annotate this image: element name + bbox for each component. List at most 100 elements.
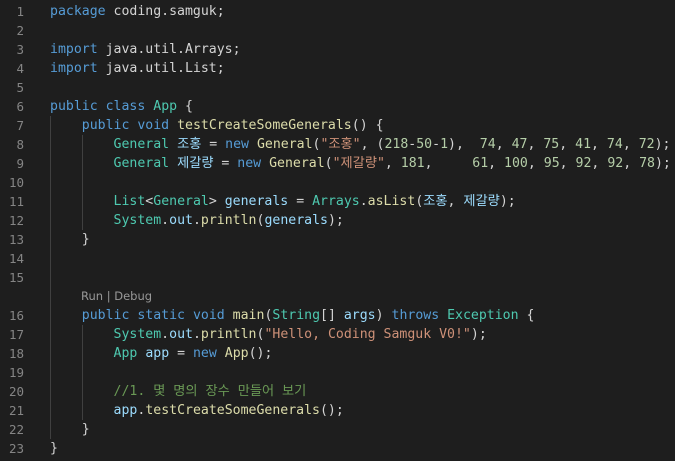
code-line[interactable]: 18 App app = new App(); [0,344,675,363]
code-line[interactable]: 21 app.testCreateSomeGenerals(); [0,401,675,420]
code-text[interactable]: System.out.println(generals); [50,211,344,230]
code-token: , [591,156,608,171]
code-token: out [169,213,193,228]
code-token: General [113,156,170,171]
code-line[interactable]: 11 List<General> generals = Arrays.asLis… [0,192,675,211]
code-token: , [559,137,576,152]
code-line[interactable]: 22 } [0,420,675,439]
code-token: . [192,327,201,342]
code-text[interactable]: General 제갈량 = new General("제갈량", 181, 61… [50,154,671,173]
code-token: "Hello, Coding Samguk V0!" [264,327,471,342]
code-line[interactable]: 12 System.out.println(generals); [0,211,675,230]
code-text[interactable]: } [50,420,90,439]
line-number: 20 [8,384,24,399]
code-line[interactable]: 8 General 조홍 = new General("조홍", (218-50… [0,135,675,154]
code-token: 1 [440,137,449,152]
code-text[interactable]: import java.util.List; [50,59,225,78]
code-text[interactable]: } [50,439,58,458]
code-token: static [137,308,185,323]
line-number: 1 [16,4,24,19]
code-token: 제갈량 [177,156,214,171]
code-text[interactable]: public static void main(String[] args) t… [50,306,535,325]
codelens-debug[interactable]: Debug [114,289,152,303]
code-line[interactable]: 16 public static void main(String[] args… [0,306,675,325]
line-number: 7 [16,118,24,133]
code-token: 75 [543,137,560,152]
code-text[interactable]: public class App { [50,97,193,116]
code-token: [] [320,308,344,323]
code-token: 41 [575,137,592,152]
code-text[interactable]: System.out.println("Hello, Coding Samguk… [50,325,487,344]
code-token: 74 [606,137,623,152]
code-line[interactable]: 17 System.out.println("Hello, Coding Sam… [0,325,675,344]
line-number: 23 [8,441,24,456]
code-token: 조홍 [423,194,448,209]
code-token: . [161,327,170,342]
code-text[interactable]: List<General> generals = Arrays.asList(조… [50,192,516,211]
code-text[interactable]: app.testCreateSomeGenerals(); [50,401,344,420]
code-editor[interactable]: 1 package coding.samguk; 2 3 import java.uti… [0,0,675,461]
code-text[interactable]: General 조홍 = new General("조홍", (218-50-1… [50,135,671,154]
code-line[interactable]: 4 import java.util.List; [0,59,675,78]
code-token: = [288,194,313,209]
code-token: , [488,156,505,171]
code-text[interactable]: //1. 몇 명의 장수 만들어 보기 [50,382,307,401]
code-text[interactable]: public void testCreateSomeGenerals() { [50,116,384,135]
code-line[interactable]: 5 [0,78,675,97]
code-line[interactable]: 15 [0,268,675,287]
code-token: 61 [472,156,489,171]
code-line[interactable]: 6 public class App { [0,97,675,116]
code-token: , ( [360,137,385,152]
code-token: 제갈량 [463,194,500,209]
code-text[interactable]: import java.util.Arrays; [50,40,241,59]
code-token: ); [654,156,671,171]
code-line[interactable]: 7 public void testCreateSomeGenerals() { [0,116,675,135]
code-text[interactable]: App app = new App(); [50,344,273,363]
code-line[interactable]: 23} [0,439,675,458]
code-token: 74 [479,137,496,152]
code-token: ( [324,156,333,171]
code-token: 78 [639,156,655,171]
code-token: 47 [511,137,528,152]
code-token: , [591,137,607,152]
code-line[interactable]: 19 [0,363,675,382]
code-line[interactable]: 20 //1. 몇 명의 장수 만들어 보기 [0,382,675,401]
code-line[interactable]: 9 General 제갈량 = new General("제갈량", 181, … [0,154,675,173]
code-token: String [272,308,321,323]
code-token: = [201,137,226,152]
code-token: out [169,327,193,342]
code-token: - [432,137,441,152]
code-line[interactable]: 1 package coding.samguk; [0,2,675,21]
code-token: "조홍" [320,137,361,152]
code-token: 218 [384,137,409,152]
code-token: } [50,422,90,437]
code-line[interactable]: 13 } [0,230,675,249]
code-line[interactable]: 2 [0,21,675,40]
code-line[interactable]: 14 [0,249,675,268]
codelens-run[interactable]: Run [81,289,103,303]
code-token: , [559,156,576,171]
line-number: 3 [16,42,24,57]
code-token: java.util.Arrays; [97,42,241,57]
code-text[interactable]: package coding.samguk; [50,2,225,21]
code-token: } [50,441,58,456]
code-token: 181 [400,156,425,171]
code-text[interactable]: } [50,230,90,249]
line-number: 6 [16,99,24,114]
code-token: ), [448,137,480,152]
code-token: System [113,213,162,228]
line-number: 18 [8,346,24,361]
code-line[interactable]: 3 import java.util.Arrays; [0,40,675,59]
code-token: package [50,4,106,19]
code-token: coding.samguk; [105,4,225,19]
code-token: , [384,156,401,171]
code-line[interactable]: 10 [0,173,675,192]
line-number: 15 [8,270,24,285]
